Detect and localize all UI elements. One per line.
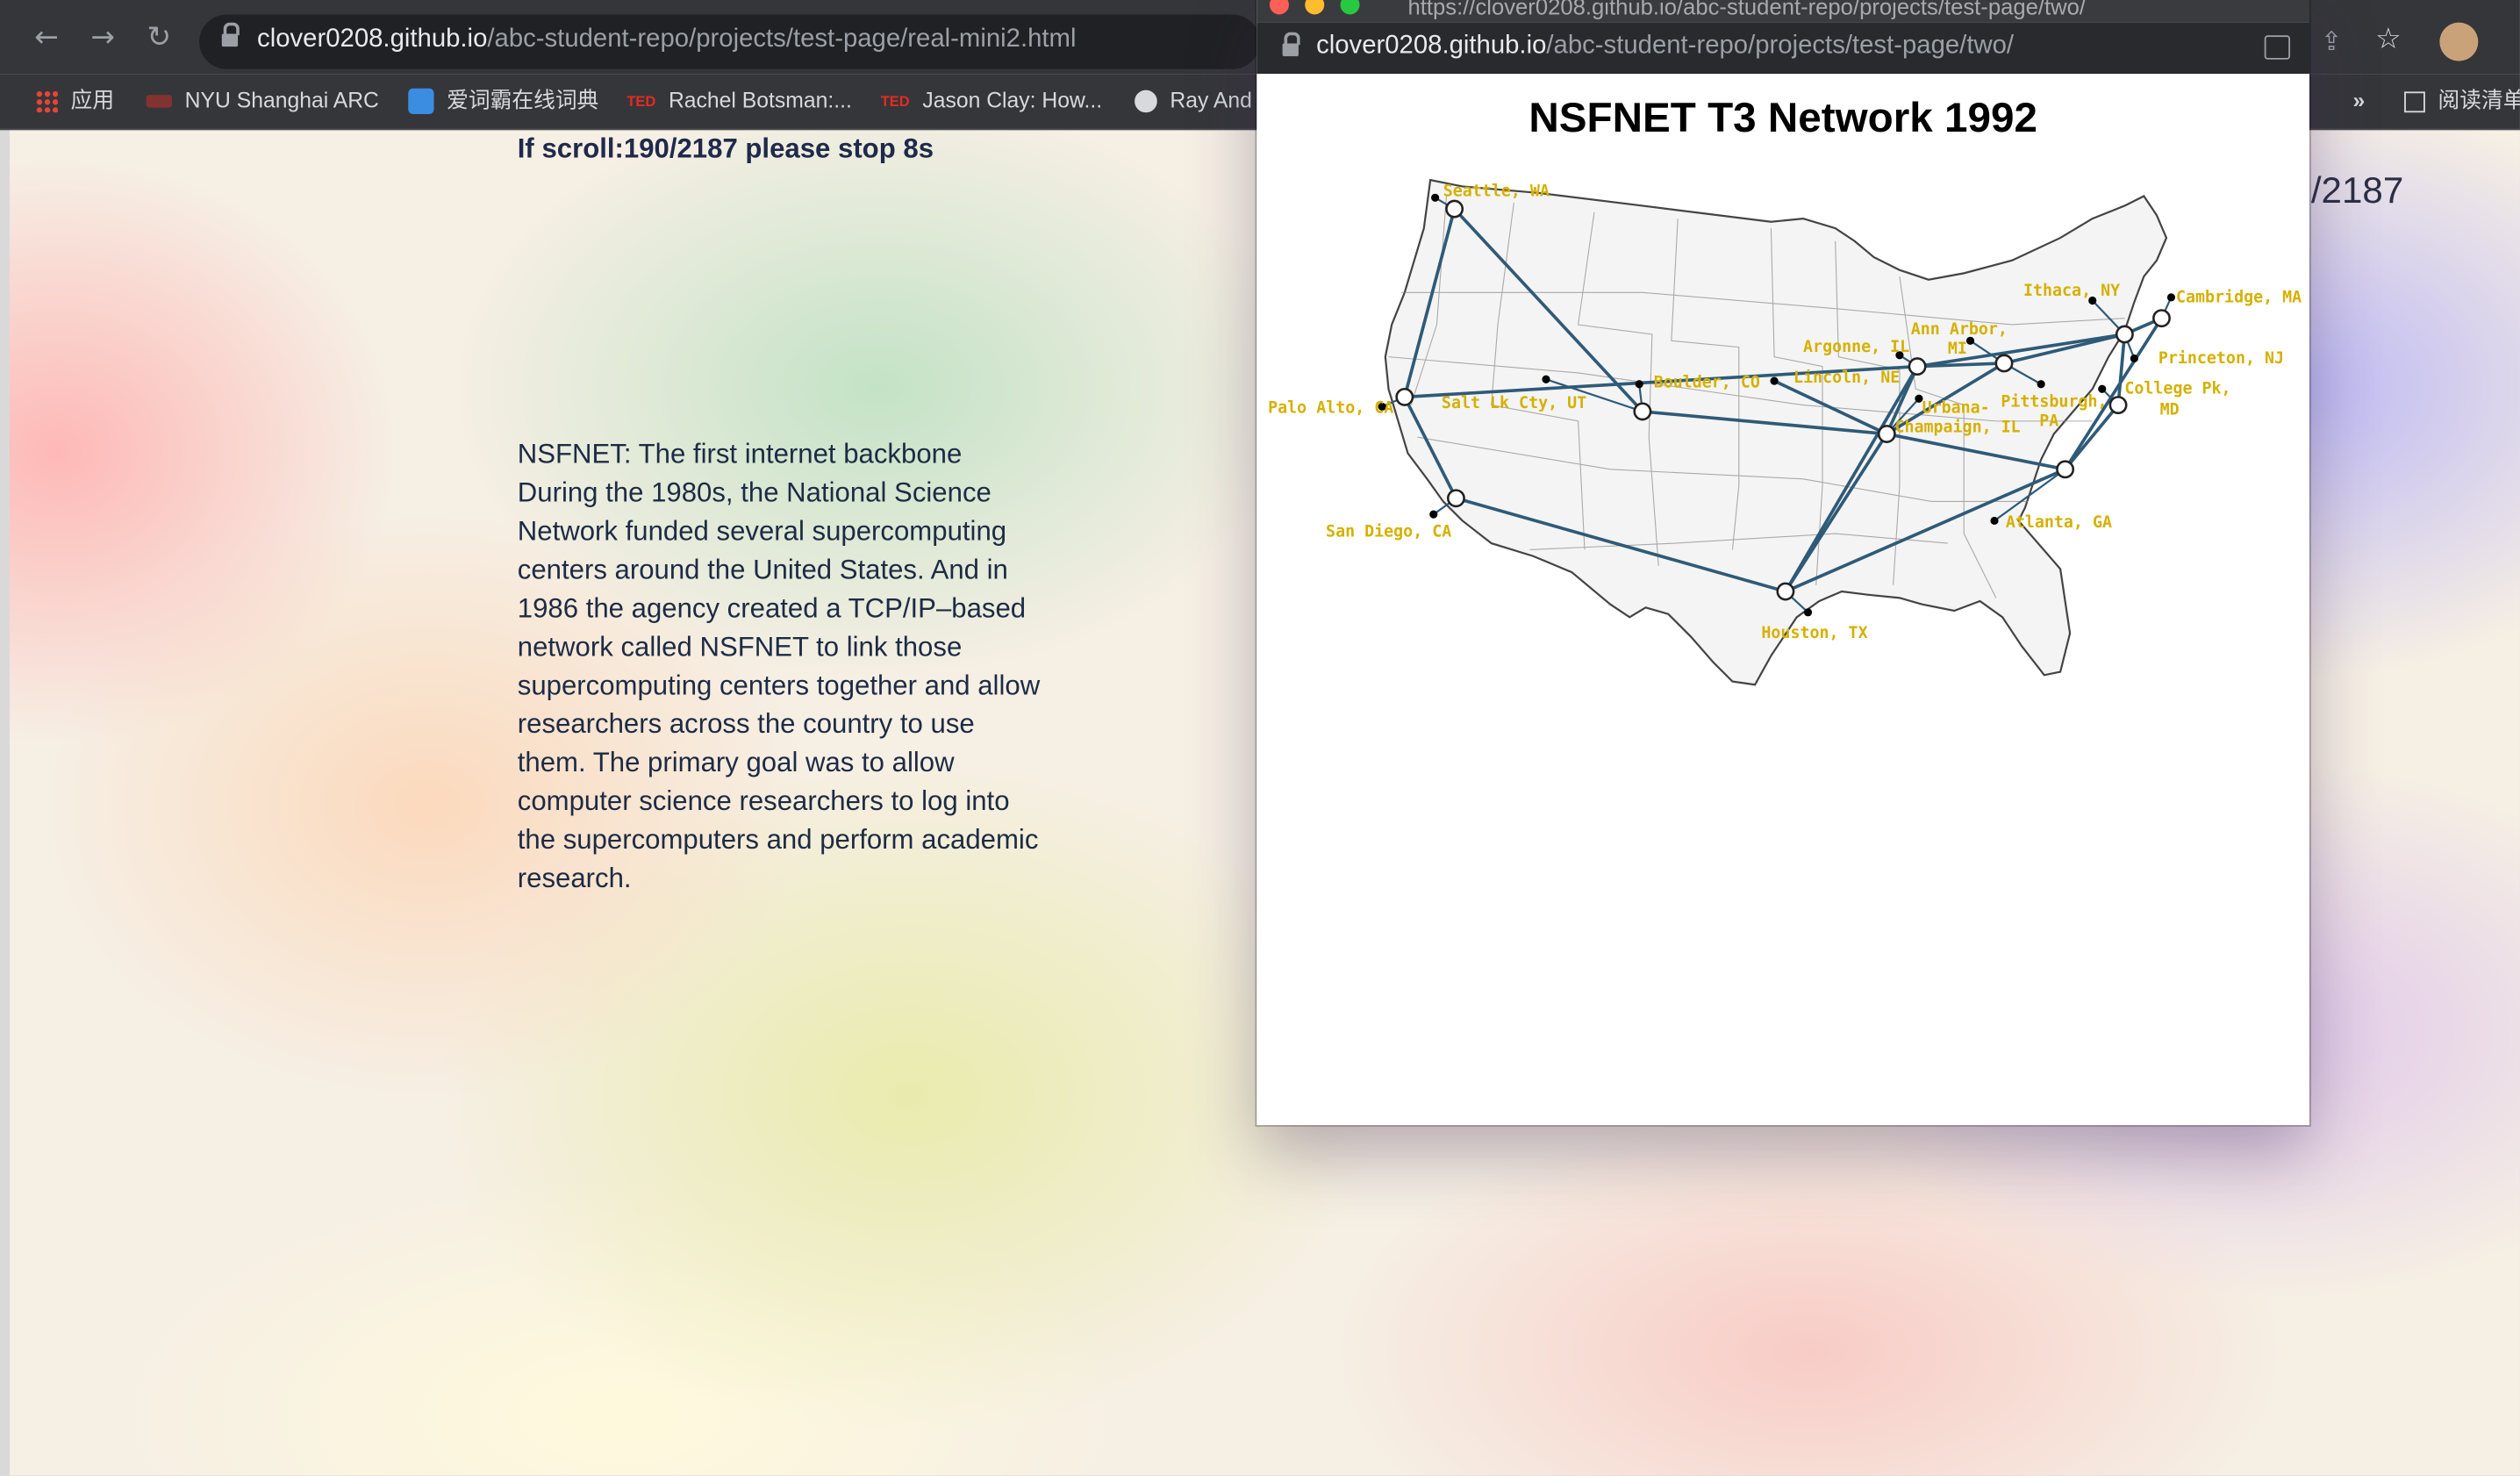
address-bar[interactable]: clover0208.github.io/abc-student-repo/pr… bbox=[199, 14, 1260, 69]
profile-avatar[interactable] bbox=[2439, 22, 2479, 61]
city-label-atlanta: Atlanta, GA bbox=[2006, 513, 2112, 532]
nyu-icon bbox=[146, 95, 172, 109]
city-label-palo-alto: Palo Alto, CA bbox=[1268, 399, 1393, 418]
city-label-college-park-state: MD bbox=[2160, 401, 2180, 419]
translate-icon[interactable] bbox=[2264, 35, 2291, 60]
popup-window-title: https://clover0208.github.io/abc-student… bbox=[1407, 0, 2087, 19]
city-label-houston: Houston, TX bbox=[1761, 624, 1867, 642]
reload-icon[interactable]: ↻ bbox=[141, 21, 176, 56]
city-label-college-park: College Pk, bbox=[2124, 380, 2230, 398]
globe-icon bbox=[1135, 90, 1157, 114]
city-label-urbana: Urbana- bbox=[1922, 399, 1990, 418]
reading-list-icon bbox=[2404, 91, 2425, 113]
reading-list-button[interactable]: 阅读清单 bbox=[2404, 85, 2520, 118]
scroll-counter: /2187 bbox=[2310, 168, 2404, 211]
bookmark-label: 爱词霸在线词典 bbox=[447, 88, 599, 113]
minimize-window-icon[interactable] bbox=[1305, 0, 1325, 15]
city-label-pittsburgh-state: PA bbox=[2039, 412, 2058, 430]
bookmark-label: 应用 bbox=[70, 88, 115, 113]
bookmark-label: Rachel Botsman:... bbox=[668, 88, 852, 113]
apps-grid-icon bbox=[35, 90, 58, 114]
back-arrow-icon[interactable]: ← bbox=[29, 21, 64, 56]
page-left-edge bbox=[0, 130, 10, 1476]
city-label-lincoln: Lincoln, NE bbox=[1793, 369, 1900, 387]
share-icon[interactable]: ⇪ bbox=[2321, 25, 2343, 56]
bookmark-ted-botsman[interactable]: TED Rachel Botsman:... bbox=[626, 85, 852, 118]
city-label-ann-arbor-state: MI bbox=[1948, 340, 1967, 358]
close-window-icon[interactable] bbox=[1269, 0, 1289, 15]
city-label-princeton: Princeton, NJ bbox=[2158, 349, 2284, 368]
popup-window: https://clover0208.github.io/abc-student… bbox=[1256, 0, 2310, 1126]
city-label-seattle: Seattle, WA bbox=[1443, 182, 1550, 200]
url-path: /abc-student-repo/projects/test-page/two… bbox=[1546, 32, 2015, 60]
iciba-icon bbox=[408, 89, 434, 115]
link-ithaca-collegepk bbox=[2116, 333, 2127, 405]
reading-list-label: 阅读清单 bbox=[2438, 88, 2520, 113]
city-label-cambridge: Cambridge, MA bbox=[2176, 288, 2302, 306]
ted-icon: TED bbox=[880, 94, 910, 111]
url-path: /abc-student-repo/projects/test-page/rea… bbox=[487, 25, 1077, 54]
nsfnet-map: Seattle, WA Palo Alto, CA San Diego, CA … bbox=[1268, 178, 2302, 686]
popup-content: NSFNET T3 Network 1992 Seattle, WA Palo … bbox=[1256, 74, 2310, 1126]
bookmark-label: Jason Clay: How... bbox=[922, 88, 1103, 113]
popup-url[interactable]: clover0208.github.io/abc-student-repo/pr… bbox=[1316, 32, 2014, 61]
bookmarks-overflow-button[interactable]: » bbox=[2352, 85, 2365, 118]
scroll-instruction: If scroll:190/2187 please stop 8s bbox=[517, 133, 934, 164]
bookmark-star-icon[interactable]: ☆ bbox=[2375, 23, 2402, 56]
us-map-outline bbox=[1384, 178, 2168, 686]
lock-icon bbox=[1282, 32, 1300, 60]
popup-address-bar[interactable]: clover0208.github.io/abc-student-repo/pr… bbox=[1256, 22, 2310, 75]
city-label-ann-arbor: Ann Arbor, bbox=[1911, 320, 2008, 339]
bookmark-ray-and[interactable]: Ray And bbox=[1135, 85, 1252, 118]
popup-titlebar: https://clover0208.github.io/abc-student… bbox=[1256, 0, 2310, 23]
bookmark-nyu-arc[interactable]: NYU Shanghai ARC bbox=[146, 85, 379, 118]
bookmark-ted-clay[interactable]: TED Jason Clay: How... bbox=[881, 85, 1102, 118]
url-host: clover0208.github.io bbox=[257, 25, 488, 54]
city-label-urbana-champaign: Champaign, IL bbox=[1894, 419, 2020, 437]
lock-icon bbox=[221, 22, 240, 50]
city-label-pittsburgh: Pittsburgh, bbox=[2001, 392, 2107, 411]
url-host: clover0208.github.io bbox=[1316, 32, 1547, 60]
bookmark-label: NYU Shanghai ARC bbox=[184, 88, 379, 113]
forward-arrow-icon[interactable]: → bbox=[85, 21, 120, 56]
article-text: NSFNET: The first internet backbone Duri… bbox=[517, 439, 1041, 894]
city-label-boulder: Boulder, CO bbox=[1654, 373, 1760, 391]
city-label-ithaca: Ithaca, NY bbox=[2023, 282, 2120, 300]
bookmark-iciba[interactable]: 爱词霸在线词典 bbox=[408, 85, 598, 118]
address-url[interactable]: clover0208.github.io/abc-student-repo/pr… bbox=[257, 25, 1076, 54]
city-label-argonne: Argonne, IL bbox=[1803, 338, 1909, 356]
bookmark-apps[interactable]: 应用 bbox=[35, 85, 114, 118]
city-label-salt-lake: Salt Lk Cty, UT bbox=[1442, 394, 1586, 412]
ted-icon: TED bbox=[626, 94, 656, 111]
bookmark-label: Ray And bbox=[1170, 88, 1252, 113]
zoom-window-icon[interactable] bbox=[1340, 0, 1360, 15]
map-title: NSFNET T3 Network 1992 bbox=[1528, 93, 2037, 142]
city-label-san-diego: San Diego, CA bbox=[1326, 523, 1451, 541]
